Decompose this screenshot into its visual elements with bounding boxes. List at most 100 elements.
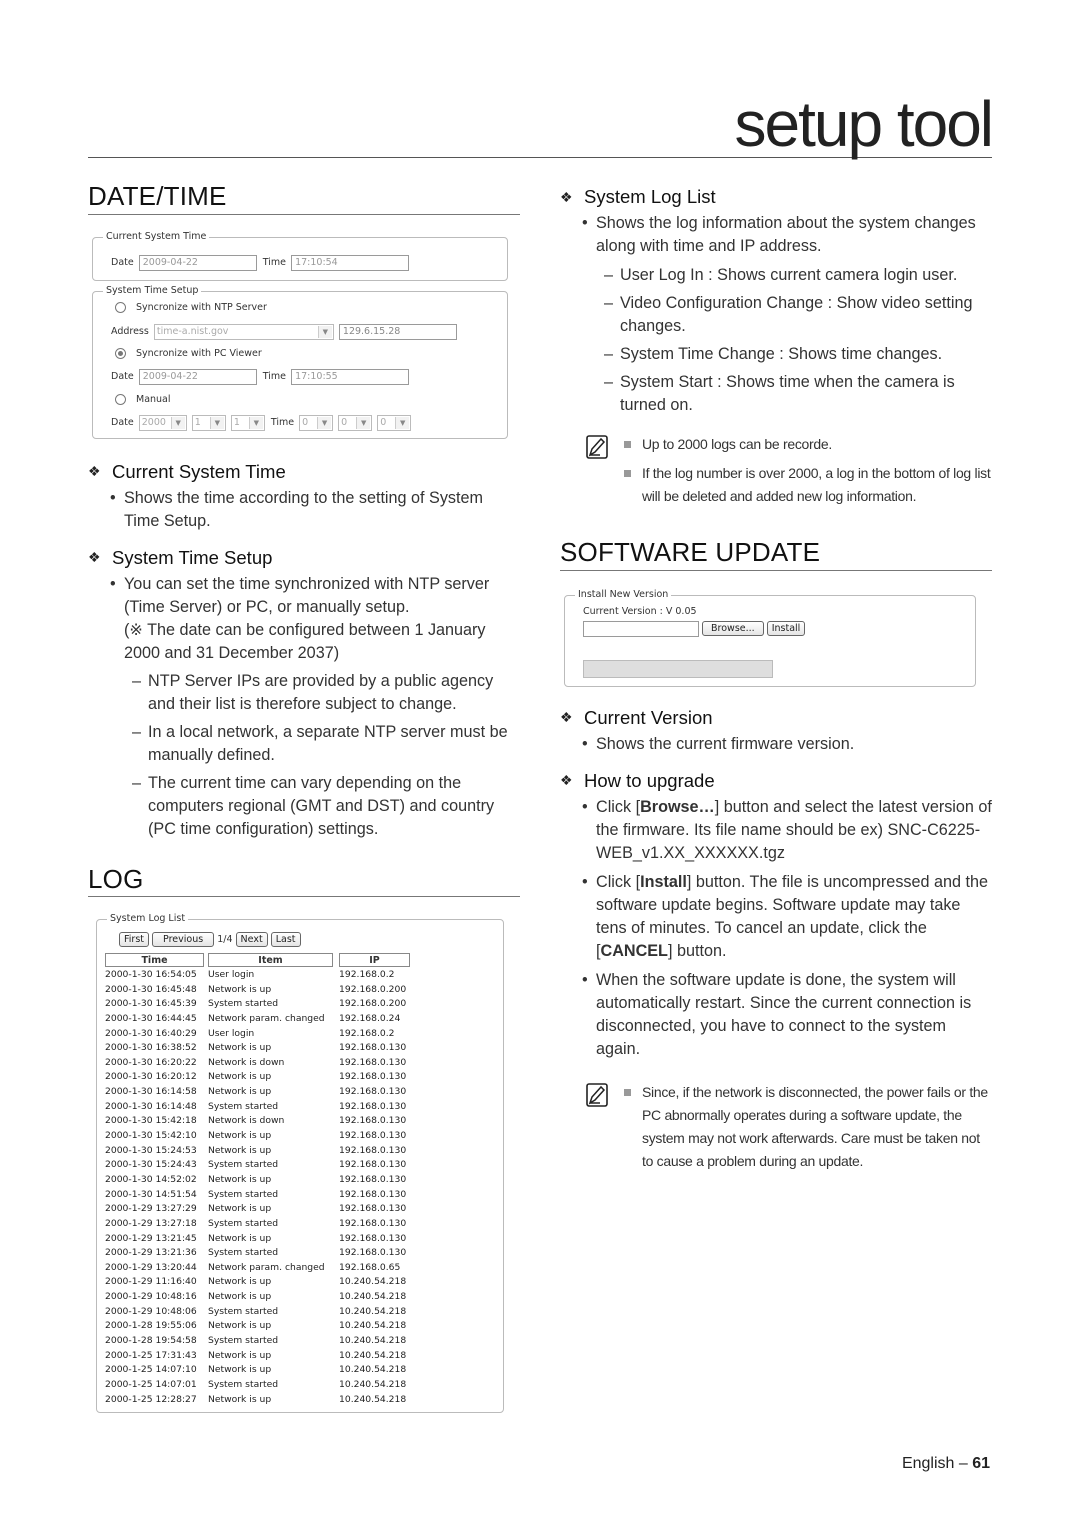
log-time-cell: 2000-1-30 15:24:53: [105, 1144, 197, 1156]
log-item-cell: Network is up: [208, 1276, 272, 1288]
bullet-text: Shows the log information about the syst…: [560, 212, 992, 258]
ntp-address-select[interactable]: time-a.nist.gov ▼: [153, 323, 334, 340]
log-item-cell: Network param. changed: [208, 1261, 325, 1273]
minute-select[interactable]: 0 ▼: [338, 414, 373, 431]
log-time-cell: 2000-1-30 16:44:45: [105, 1012, 197, 1024]
browse-button[interactable]: Browse...: [702, 621, 764, 637]
subheading-text: Current Version: [584, 706, 713, 728]
log-table-row: 2000-1-29 13:21:45 Network is up 192.168.0…: [105, 1231, 410, 1246]
log-item-cell: Network is up: [208, 1130, 272, 1142]
log-item-cell: Network is up: [208, 1364, 272, 1376]
column-header-item[interactable]: Item: [208, 953, 333, 968]
log-ip-cell: 10.240.54.218: [339, 1378, 407, 1390]
page-footer: English – 61: [902, 1455, 990, 1473]
log-table-row: 2000-1-30 16:14:48 System started 192.168.…: [105, 1099, 410, 1114]
dash-item: The current time can vary depending on t…: [88, 772, 520, 841]
column-header-time[interactable]: Time: [105, 953, 204, 968]
log-time-cell: 2000-1-29 13:20:44: [105, 1261, 197, 1273]
log-table-row: 2000-1-30 16:45:39 System started 192.168.…: [105, 996, 410, 1011]
diamond-bullet-icon: ❖: [88, 463, 101, 480]
log-table-row: 2000-1-30 16:20:12 Network is up 192.168.0…: [105, 1070, 410, 1085]
log-time-cell: 2000-1-30 16:14:58: [105, 1086, 197, 1098]
log-table-row: 2000-1-30 14:51:54 System started 192.168.…: [105, 1187, 410, 1202]
pc-time-field[interactable]: 17:10:55: [291, 368, 410, 385]
log-ip-cell: 192.168.0.130: [339, 1144, 407, 1156]
square-bullet-icon: [624, 441, 631, 448]
log-time-cell: 2000-1-29 11:16:40: [105, 1276, 197, 1288]
year-value: 2000: [141, 416, 166, 428]
section-heading-log: LOG: [88, 864, 520, 898]
log-table-row: 2000-1-30 15:42:18 Network is down 192.168…: [105, 1114, 410, 1129]
diamond-bullet-icon: ❖: [560, 709, 573, 726]
log-time-cell: 2000-1-30 16:20:12: [105, 1071, 197, 1083]
log-ip-cell: 10.240.54.218: [339, 1305, 407, 1317]
chevron-down-icon: ▼: [317, 325, 332, 338]
log-ip-cell: 192.168.0.130: [339, 1173, 407, 1185]
next-page-button[interactable]: Next: [235, 932, 268, 948]
log-item-cell: User login: [208, 969, 255, 980]
pc-date-field[interactable]: 2009-04-22: [138, 368, 257, 385]
pc-viewer-radio[interactable]: [115, 347, 126, 359]
previous-page-button[interactable]: Previous: [152, 932, 215, 948]
current-date-field[interactable]: 2009-04-22: [138, 254, 257, 271]
square-bullet-icon: [624, 470, 631, 477]
log-table-row: 2000-1-30 15:24:53 Network is up 192.168.0…: [105, 1143, 410, 1158]
log-item-cell: System started: [208, 998, 279, 1010]
dash-item: System Start : Shows time when the camer…: [560, 371, 992, 417]
subheading-how-to-upgrade: ❖ How to upgrade: [560, 770, 992, 792]
chevron-down-icon: ▼: [317, 416, 332, 429]
month-select[interactable]: 1 ▼: [191, 414, 226, 431]
log-item-cell: Network is up: [208, 1320, 272, 1332]
log-time-cell: 2000-1-29 13:21:45: [105, 1232, 197, 1244]
last-page-button[interactable]: Last: [270, 932, 301, 948]
note-item: If the log number is over 2000, a log in…: [560, 462, 992, 508]
log-ip-cell: 192.168.0.130: [339, 1056, 407, 1068]
log-table-row: 2000-1-25 17:31:43 Network is up 10.240.54…: [105, 1348, 410, 1363]
column-header-ip[interactable]: IP: [339, 953, 410, 968]
log-ip-cell: 192.168.0.2: [339, 1027, 395, 1039]
log-time-cell: 2000-1-30 16:14:48: [105, 1100, 197, 1112]
log-time-cell: 2000-1-25 17:31:43: [105, 1349, 197, 1361]
manual-radio[interactable]: [115, 393, 126, 405]
date-label: Date: [111, 417, 134, 429]
day-select[interactable]: 1 ▼: [230, 414, 265, 431]
hour-value: 0: [302, 416, 309, 428]
year-select[interactable]: 2000 ▼: [138, 414, 187, 431]
log-table-row: 2000-1-25 14:07:10 Network is up 10.240.54…: [105, 1362, 410, 1377]
log-ip-cell: 192.168.0.130: [339, 1203, 407, 1215]
left-column: DATE/TIME Current System Time Date 2009-…: [88, 182, 520, 1414]
log-item-cell: Network is up: [208, 1144, 272, 1156]
day-value: 1: [233, 416, 240, 428]
log-item-cell: Network is up: [208, 1203, 272, 1215]
log-ip-cell: 192.168.0.130: [339, 1247, 407, 1259]
log-item-cell: Network is down: [208, 1056, 285, 1068]
log-ip-cell: 192.168.0.24: [339, 1012, 401, 1024]
log-time-cell: 2000-1-25 12:28:27: [105, 1393, 197, 1405]
log-ip-cell: 10.240.54.218: [339, 1364, 407, 1376]
section-heading-software-update: SOFTWARE UPDATE: [560, 538, 992, 571]
log-ip-cell: 192.168.0.130: [339, 1232, 407, 1244]
first-page-button[interactable]: First: [119, 932, 149, 948]
log-item-cell: Network is up: [208, 983, 272, 995]
log-time-cell: 2000-1-30 15:24:43: [105, 1159, 197, 1171]
log-time-cell: 2000-1-29 10:48:16: [105, 1291, 197, 1303]
log-table-row: 2000-1-30 14:52:02 Network is up 192.168.0…: [105, 1172, 410, 1187]
log-time-cell: 2000-1-28 19:55:06: [105, 1320, 197, 1332]
second-select[interactable]: 0 ▼: [377, 414, 412, 431]
time-label: Time: [262, 371, 287, 383]
section-heading-date-time: DATE/TIME: [88, 182, 520, 215]
chevron-down-icon: ▼: [356, 416, 371, 429]
chevron-down-icon: ▼: [170, 416, 185, 429]
bullet-text: Shows the current firmware version.: [560, 733, 992, 756]
hour-select[interactable]: 0 ▼: [299, 414, 334, 431]
log-table-row: 2000-1-30 16:40:29 User login 192.168.0.2: [105, 1026, 410, 1041]
subheading-system-log-list: ❖ System Log List: [560, 186, 992, 208]
log-table-row: 2000-1-30 16:44:45 Network param. changed…: [105, 1011, 410, 1026]
current-time-field[interactable]: 17:10:54: [291, 254, 410, 271]
subheading-text: How to upgrade: [584, 769, 715, 791]
system-time-setup-panel: System Time Setup Syncronize with NTP Se…: [92, 284, 508, 439]
ntp-ip-field[interactable]: 129.6.15.28: [338, 323, 457, 340]
ntp-radio[interactable]: [115, 301, 126, 313]
firmware-file-input[interactable]: [583, 620, 699, 637]
install-button[interactable]: Install: [766, 621, 806, 637]
